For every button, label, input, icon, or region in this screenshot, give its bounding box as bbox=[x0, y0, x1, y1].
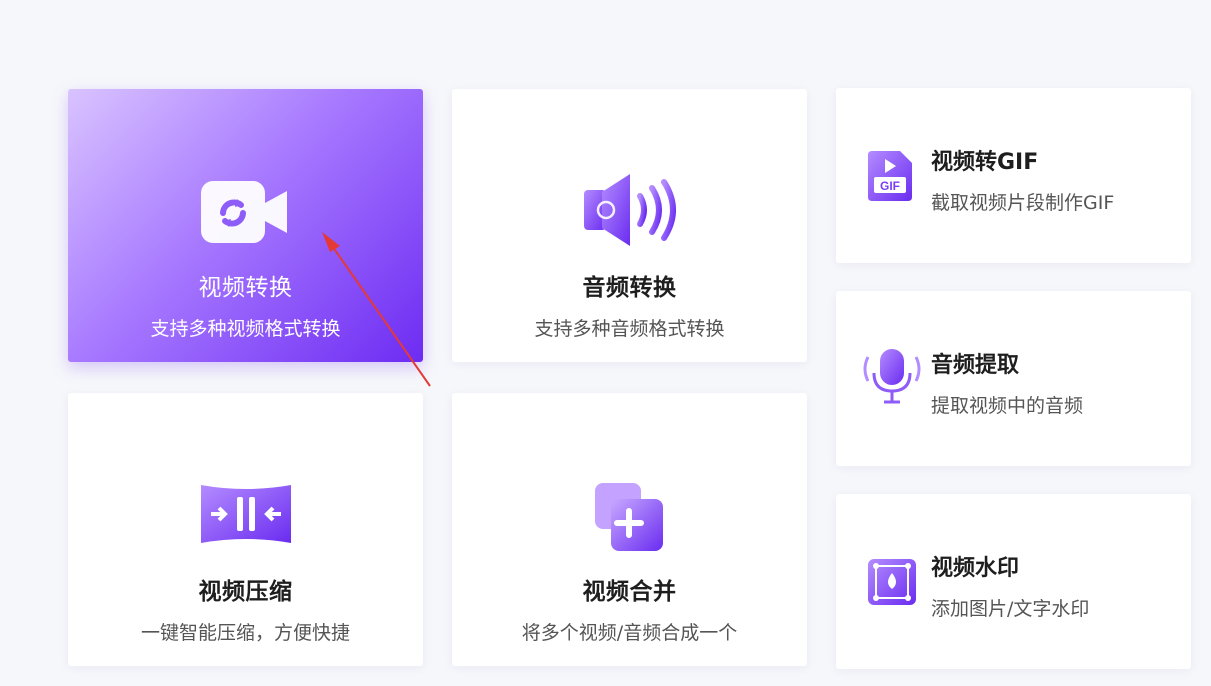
card-desc: 添加图片/文字水印 bbox=[931, 598, 1090, 620]
audio-convert-icon bbox=[583, 174, 676, 246]
audio-extract-card[interactable]: 音频提取 提取视频中的音频 bbox=[836, 291, 1191, 466]
card-title: 视频水印 bbox=[931, 556, 1020, 581]
merge-icon bbox=[594, 483, 663, 551]
card-desc: 截取视频片段制作GIF bbox=[931, 192, 1115, 214]
card-title: 音频转换 bbox=[582, 275, 677, 301]
video-convert-card[interactable]: 视频转换 支持多种视频格式转换 bbox=[68, 89, 423, 362]
watermark-icon bbox=[868, 559, 916, 605]
card-title: 视频转换 bbox=[198, 275, 293, 301]
compress-icon bbox=[200, 485, 291, 543]
card-desc: 支持多种音频格式转换 bbox=[534, 318, 725, 340]
gif-badge: GIF bbox=[880, 179, 900, 193]
video-merge-card[interactable]: 视频合并 将多个视频/音频合成一个 bbox=[452, 393, 807, 666]
video-convert-icon bbox=[200, 181, 287, 243]
card-title: 视频转GIF bbox=[931, 150, 1039, 175]
card-desc: 一键智能压缩，方便快捷 bbox=[140, 622, 350, 644]
gif-file-icon: GIF bbox=[868, 151, 912, 201]
card-desc: 将多个视频/音频合成一个 bbox=[521, 622, 738, 644]
card-desc: 支持多种视频格式转换 bbox=[150, 318, 341, 340]
video-compress-card[interactable]: 视频压缩 一键智能压缩，方便快捷 bbox=[68, 393, 423, 666]
card-title: 视频合并 bbox=[582, 579, 677, 605]
card-desc: 提取视频中的音频 bbox=[931, 395, 1084, 417]
card-title: 音频提取 bbox=[931, 353, 1020, 378]
video-watermark-card[interactable]: 视频水印 添加图片/文字水印 bbox=[836, 494, 1191, 669]
audio-convert-card[interactable]: 音频转换 支持多种音频格式转换 bbox=[452, 89, 807, 362]
microphone-icon bbox=[863, 349, 921, 404]
video-gif-card[interactable]: GIF 视频转GIF 截取视频片段制作GIF bbox=[836, 88, 1191, 263]
card-title: 视频压缩 bbox=[198, 579, 293, 605]
